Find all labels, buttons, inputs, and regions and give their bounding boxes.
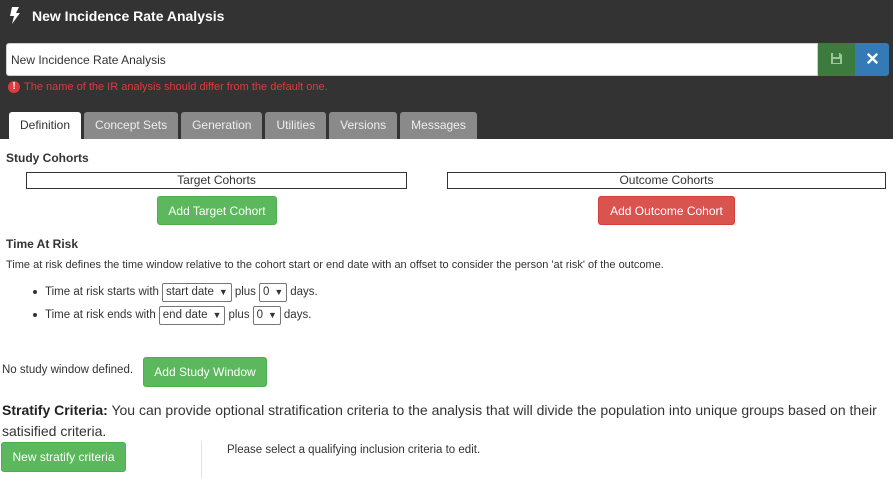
end-offset-value: 0 <box>256 309 263 321</box>
end-date-select[interactable]: end date ▼ <box>158 305 226 325</box>
save-button[interactable] <box>818 43 855 76</box>
tar-start-row: Time at risk starts with start date ▼ pl… <box>33 282 318 302</box>
tab-generation[interactable]: Generation <box>181 112 263 139</box>
bolt-icon <box>9 7 21 24</box>
chevron-down-icon: ▼ <box>267 310 277 320</box>
days-label: days. <box>290 286 318 298</box>
tab-definition[interactable]: Definition <box>9 112 82 139</box>
plus-label: plus <box>234 286 256 298</box>
target-cohorts-box: Target Cohorts <box>26 172 407 189</box>
header-bar: New Incidence Rate Analysis ! The name o… <box>0 0 893 139</box>
close-button[interactable] <box>855 43 889 76</box>
days-label: days. <box>283 309 312 321</box>
add-target-cohort-button[interactable]: Add Target Cohort <box>157 196 277 225</box>
start-date-value: start date <box>165 286 214 298</box>
page-title: New Incidence Rate Analysis <box>32 8 225 24</box>
chevron-down-icon: ▼ <box>274 287 284 297</box>
outcome-cohorts-box: Outcome Cohorts <box>447 172 886 189</box>
name-warning: ! The name of the IR analysis should dif… <box>8 80 328 94</box>
bullet <box>33 313 37 317</box>
tab-utilities[interactable]: Utilities <box>265 112 327 139</box>
start-date-select[interactable]: start date ▼ <box>161 282 232 302</box>
end-date-value: end date <box>162 309 208 321</box>
new-stratify-criteria-button[interactable]: New stratify criteria <box>1 442 126 472</box>
exclamation-icon: ! <box>8 81 20 93</box>
tab-versions[interactable]: Versions <box>329 112 398 139</box>
tab-bar: Definition Concept Sets Generation Utili… <box>9 112 480 139</box>
stratify-criteria-text: Stratify Criteria: You can provide optio… <box>2 400 890 442</box>
study-cohorts-heading: Study Cohorts <box>6 151 89 165</box>
stratify-hint: Please select a qualifying inclusion cri… <box>227 444 481 456</box>
time-at-risk-description: Time at risk defines the time window rel… <box>6 259 664 271</box>
plus-label: plus <box>228 309 250 321</box>
bullet <box>33 290 37 294</box>
tar-end-row: Time at risk ends with end date ▼ plus 0… <box>33 305 311 325</box>
analysis-name-input[interactable] <box>6 43 818 76</box>
title-bar: New Incidence Rate Analysis <box>0 0 893 32</box>
tab-concept-sets[interactable]: Concept Sets <box>84 112 179 139</box>
study-window-status: No study window defined. <box>2 364 134 376</box>
start-offset-select[interactable]: 0 ▼ <box>258 282 288 302</box>
stratify-label: Stratify Criteria: <box>2 402 108 418</box>
add-study-window-button[interactable]: Add Study Window <box>143 357 267 387</box>
time-at-risk-heading: Time At Risk <box>6 237 79 251</box>
start-offset-value: 0 <box>262 286 270 298</box>
tar-end-label: Time at risk ends with <box>45 309 156 321</box>
stratify-description: You can provide optional stratification … <box>2 402 877 439</box>
divider <box>201 441 202 478</box>
chevron-down-icon: ▼ <box>212 310 222 320</box>
save-icon <box>830 52 843 68</box>
tab-messages[interactable]: Messages <box>400 112 477 139</box>
tar-start-label: Time at risk starts with <box>45 286 159 298</box>
close-icon <box>866 52 878 67</box>
warning-text: The name of the IR analysis should diffe… <box>24 81 328 93</box>
chevron-down-icon: ▼ <box>218 287 228 297</box>
end-offset-select[interactable]: 0 ▼ <box>252 305 281 325</box>
add-outcome-cohort-button[interactable]: Add Outcome Cohort <box>598 196 735 225</box>
